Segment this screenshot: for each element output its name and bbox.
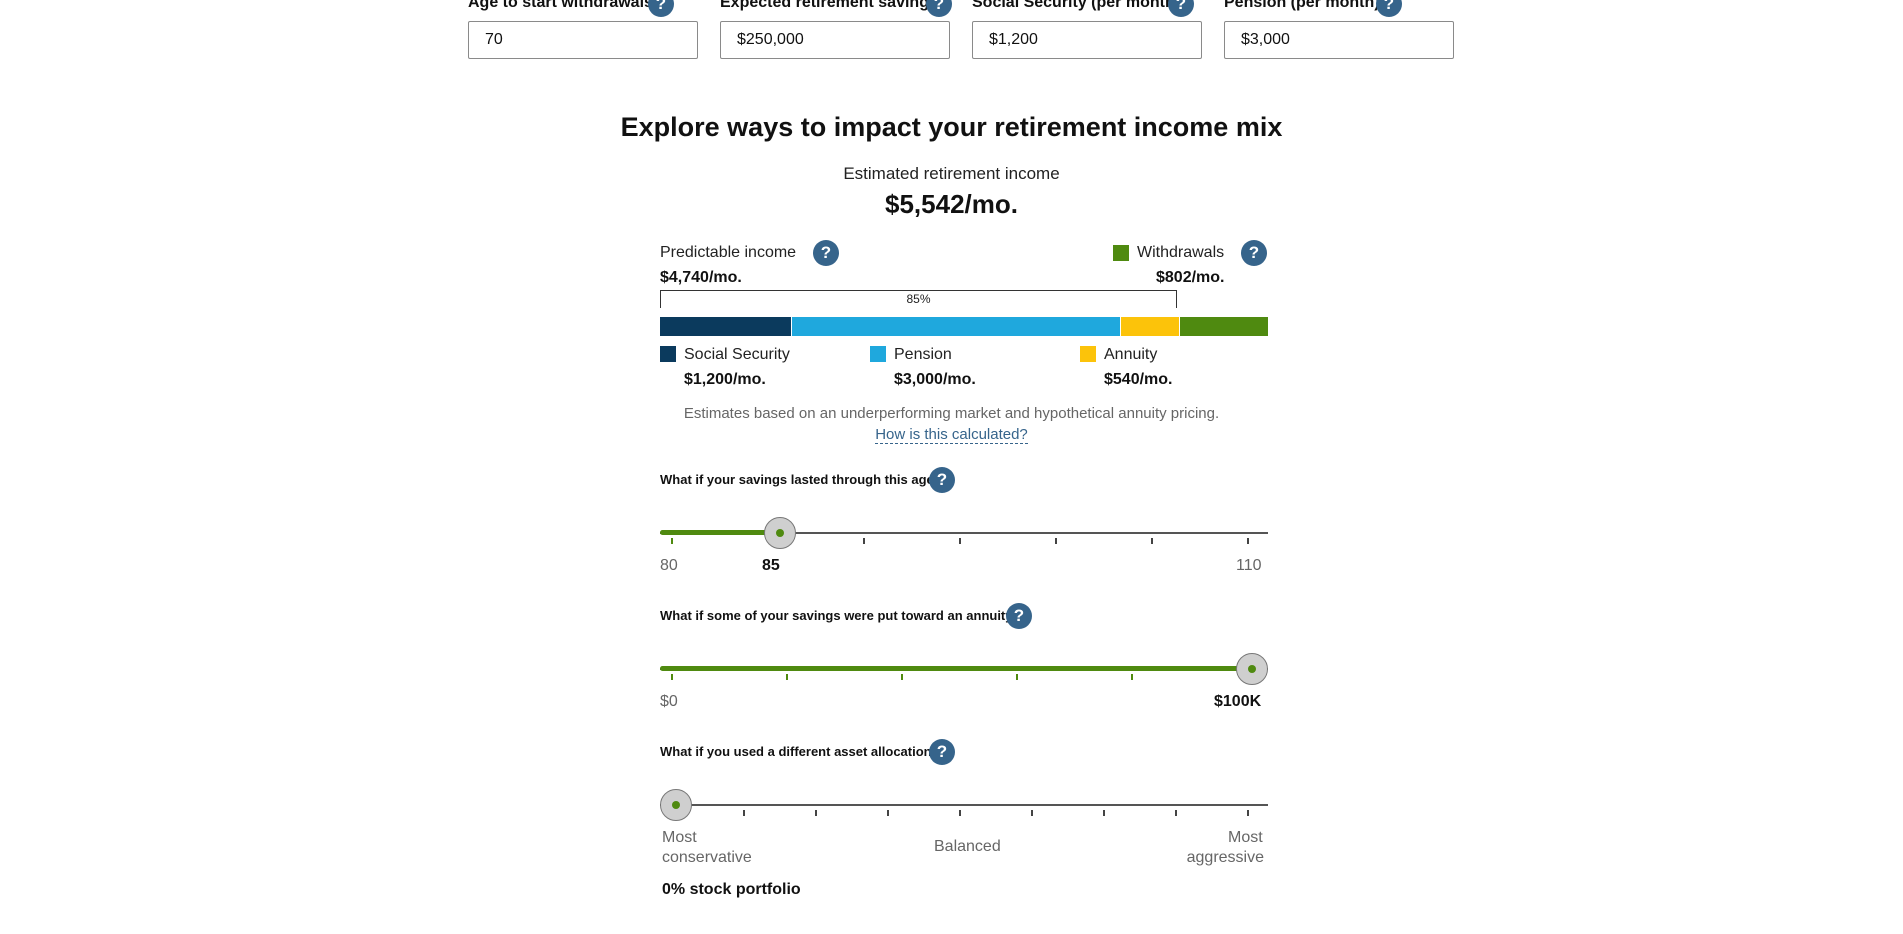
calc-link-wrapper: How is this calculated?	[0, 426, 1903, 444]
how-calculated-link[interactable]: How is this calculated?	[875, 426, 1028, 444]
savings-help-icon[interactable]: ?	[926, 0, 952, 17]
age-slider-thumb[interactable]	[764, 517, 796, 549]
allocation-slider-help-icon[interactable]: ?	[929, 739, 955, 765]
income-bar-segment-pension	[792, 317, 1120, 336]
allocation-slider-thumb[interactable]	[660, 789, 692, 821]
allocation-slider-tick	[1031, 810, 1033, 816]
allocation-slider-tick	[959, 810, 961, 816]
legend-annuity-value: $540/mo.	[1104, 371, 1173, 388]
savings-input[interactable]: $250,000	[720, 21, 950, 59]
age-slider-thumb-dot	[776, 529, 784, 537]
predictable-income-help-icon[interactable]: ?	[813, 240, 839, 266]
age-slider-tick	[863, 538, 865, 544]
legend-pension-label: Pension	[894, 346, 952, 363]
withdrawals-swatch	[1113, 245, 1129, 261]
legend-annuity-label: Annuity	[1104, 346, 1158, 363]
allocation-slider-tick	[815, 810, 817, 816]
predictable-percent: 85%	[906, 292, 931, 306]
age-slider-question: What if your savings lasted through this…	[660, 472, 942, 487]
pension-help-icon[interactable]: ?	[1376, 0, 1402, 17]
disclaimer-text: Estimates based on an underperforming ma…	[683, 405, 1220, 422]
legend-social-security-value: $1,200/mo.	[684, 371, 766, 388]
age-slider-tick	[1055, 538, 1057, 544]
allocation-slider-tick	[1103, 810, 1105, 816]
pension-input[interactable]: $3,000	[1224, 21, 1454, 59]
allocation-slider-tick	[887, 810, 889, 816]
social-security-help-icon[interactable]: ?	[1168, 0, 1194, 17]
allocation-mid-label: Balanced	[934, 838, 1001, 855]
predictable-income-label: Predictable income	[660, 244, 797, 261]
estimate-value: $5,542/mo.	[885, 189, 1018, 219]
annuity-slider-thumb-dot	[1248, 665, 1256, 673]
income-bar-segment-annuity	[1121, 317, 1179, 336]
annuity-slider-help-icon[interactable]: ?	[1006, 603, 1032, 629]
withdrawals-value: $802/mo.	[1156, 269, 1225, 286]
income-bar-segment-social-security	[660, 317, 791, 336]
age-slider-help-icon[interactable]: ?	[929, 467, 955, 493]
allocation-slider[interactable]	[660, 787, 1268, 823]
allocation-slider-tick	[1247, 810, 1249, 816]
age-help-icon[interactable]: ?	[648, 0, 674, 17]
age-input[interactable]: 70	[468, 21, 698, 59]
annuity-slider-tick	[786, 674, 788, 680]
legend-pension-value: $3,000/mo.	[894, 371, 976, 388]
annuity-slider-question: What if some of your savings were put to…	[660, 608, 1021, 623]
age-slider-value-label: 85	[762, 557, 780, 574]
age-slider-max-label: 110	[1236, 557, 1262, 574]
allocation-slider-tick	[743, 810, 745, 816]
annuity-slider-tick	[1131, 674, 1133, 680]
social-security-label: Social Security (per month)	[972, 0, 1181, 11]
age-slider-tick	[959, 538, 961, 544]
income-bar-segment-withdrawals	[1180, 317, 1268, 336]
allocation-result: 0% stock portfolio	[662, 881, 801, 898]
estimate-label: Estimated retirement income	[843, 164, 1060, 183]
legend-social-security-label: Social Security	[684, 346, 790, 363]
annuity-slider-min-label: $0	[660, 693, 678, 710]
pension-swatch	[870, 346, 886, 362]
age-slider-fill	[660, 530, 780, 535]
social-security-input[interactable]: $1,200	[972, 21, 1202, 59]
predictable-income-value: $4,740/mo.	[660, 269, 742, 286]
section-heading: Explore ways to impact your retirement i…	[620, 112, 1283, 142]
social-security-swatch	[660, 346, 676, 362]
allocation-min-label-line1: Most	[662, 829, 697, 846]
age-slider-min-label: 80	[660, 557, 678, 574]
allocation-slider-question: What if you used a different asset alloc…	[660, 744, 940, 759]
allocation-slider-track	[660, 804, 1268, 806]
income-bar	[660, 317, 1268, 336]
annuity-slider[interactable]	[660, 651, 1268, 687]
annuity-slider-tick	[671, 674, 673, 680]
allocation-min-label-line2: conservative	[662, 849, 752, 866]
annuity-slider-tick	[1016, 674, 1018, 680]
allocation-slider-thumb-dot	[672, 801, 680, 809]
age-slider-tick	[1247, 538, 1249, 544]
annuity-slider-thumb[interactable]	[1236, 653, 1268, 685]
age-slider[interactable]	[660, 515, 1268, 551]
age-slider-tick	[671, 538, 673, 544]
withdrawals-help-icon[interactable]: ?	[1241, 240, 1267, 266]
pension-label: Pension (per month)	[1224, 0, 1380, 11]
annuity-slider-fill	[660, 666, 1252, 671]
age-slider-tick	[1151, 538, 1153, 544]
withdrawals-label: Withdrawals	[1137, 244, 1225, 261]
annuity-swatch	[1080, 346, 1096, 362]
allocation-slider-tick	[1175, 810, 1177, 816]
allocation-max-label-line2: aggressive	[1186, 849, 1264, 866]
annuity-slider-value-label: $100K	[1214, 693, 1262, 710]
savings-label: Expected retirement savings	[720, 0, 938, 11]
annuity-slider-tick	[901, 674, 903, 680]
age-label: Age to start withdrawals	[468, 0, 653, 11]
allocation-max-label-line1: Most	[1228, 829, 1263, 846]
